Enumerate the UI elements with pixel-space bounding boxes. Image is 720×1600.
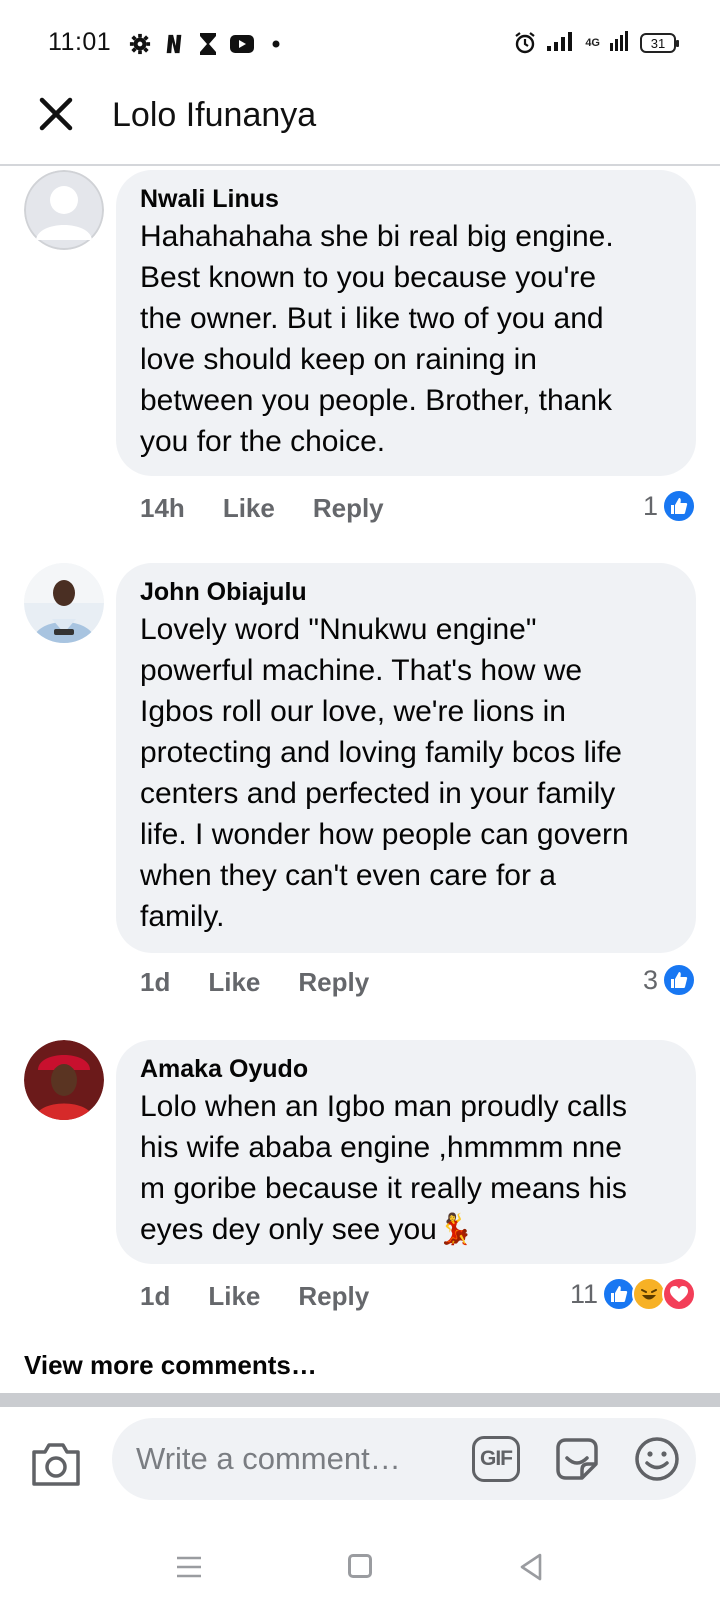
battery-indicator: 31	[640, 33, 679, 53]
youtube-icon	[230, 32, 254, 56]
alarm-icon	[513, 31, 537, 55]
comment-text-content: Lovely word "Nnukwu engine" powerful mac…	[140, 613, 629, 933]
sticker-icon	[556, 1438, 598, 1480]
page-header	[0, 88, 720, 166]
comment-meta: 1d Like Reply	[140, 1276, 369, 1316]
avatar-default[interactable]	[24, 170, 104, 250]
status-time: 11:01	[48, 28, 112, 56]
comment-bubble: Amaka Oyudo Lolo when an Igbo man proudl…	[116, 1040, 696, 1264]
like-reaction-icon	[662, 963, 696, 997]
recent-apps-button[interactable]	[176, 1556, 202, 1578]
comment-time: 14h	[140, 492, 185, 523]
comment-bubble: John Obiajulu Lovely word "Nnukwu engine…	[116, 563, 696, 953]
view-more-comments-link[interactable]: View more comments…	[24, 1350, 317, 1381]
comment-author[interactable]: John Obiajulu	[140, 575, 672, 609]
status-notification-icons	[128, 30, 288, 58]
close-button[interactable]	[36, 94, 76, 134]
reaction-count: 11	[569, 1278, 598, 1309]
like-button[interactable]: Like	[208, 967, 260, 998]
comment-text: Hahahahaha she bi real big engine. Best …	[140, 216, 672, 462]
reaction-summary[interactable]: 3	[643, 960, 696, 1000]
comment-text-content: Lolo when an Igbo man proudly calls his …	[140, 1090, 627, 1246]
reply-button[interactable]: Reply	[298, 967, 369, 998]
reply-button[interactable]: Reply	[313, 493, 384, 524]
comment-time: 1d	[140, 966, 171, 997]
back-triangle-icon	[520, 1553, 542, 1581]
section-divider	[0, 1393, 720, 1407]
back-button[interactable]	[518, 1552, 544, 1582]
reaction-count: 3	[642, 964, 658, 995]
comment-author[interactable]: Nwali Linus	[140, 182, 672, 216]
netflix-n-icon	[162, 32, 186, 56]
status-bar: 11:01 4G 31	[0, 0, 720, 88]
like-button[interactable]: Like	[208, 1281, 260, 1312]
haha-reaction-icon	[632, 1277, 666, 1311]
camera-icon	[32, 1443, 80, 1486]
avatar-amaka-oyudo[interactable]	[24, 1040, 104, 1120]
comment-meta: 14h Like Reply	[140, 488, 384, 528]
comment-text-content: Hahahahaha she bi real big engine. Best …	[140, 220, 614, 458]
close-icon	[39, 97, 73, 131]
comment-bubble: Nwali Linus Hahahahaha she bi real big e…	[116, 170, 696, 476]
love-reaction-icon	[662, 1277, 696, 1311]
comment-input[interactable]	[136, 1418, 456, 1500]
hourglass-icon	[196, 32, 220, 56]
gif-button[interactable]: GIF	[472, 1436, 520, 1482]
comment-author[interactable]: Amaka Oyudo	[140, 1052, 672, 1086]
reaction-summary[interactable]: 11	[570, 1274, 696, 1314]
camera-button[interactable]	[30, 1440, 82, 1488]
sticker-button[interactable]	[552, 1434, 602, 1484]
reaction-summary[interactable]: 1	[643, 486, 696, 526]
status-system-icons: 4G 31	[513, 28, 679, 58]
signal-icon	[547, 31, 575, 56]
home-button[interactable]	[348, 1554, 372, 1578]
emoji-icon	[635, 1437, 679, 1481]
system-navigation-bar	[0, 1530, 720, 1600]
comment-composer: GIF	[112, 1418, 696, 1500]
network-type: 4G	[585, 37, 600, 49]
gear-icon	[128, 32, 152, 56]
signal-icon-secondary	[610, 30, 630, 56]
like-reaction-icon	[602, 1277, 636, 1311]
comment-meta: 1d Like Reply	[140, 962, 369, 1002]
comment-text: Lolo when an Igbo man proudly calls his …	[140, 1086, 672, 1250]
avatar-john-obiajulu[interactable]	[24, 563, 104, 643]
page-title: Lolo Ifunanya	[112, 96, 317, 134]
like-button[interactable]: Like	[223, 493, 275, 524]
emoji-button[interactable]	[632, 1434, 682, 1484]
like-reaction-icon	[662, 489, 696, 523]
reaction-count: 1	[642, 490, 658, 521]
comment-text: Lovely word "Nnukwu engine" powerful mac…	[140, 609, 672, 937]
dot-icon	[264, 32, 288, 56]
menu-icon	[177, 1556, 201, 1578]
reply-button[interactable]: Reply	[298, 1281, 369, 1312]
comment-time: 1d	[140, 1280, 171, 1311]
